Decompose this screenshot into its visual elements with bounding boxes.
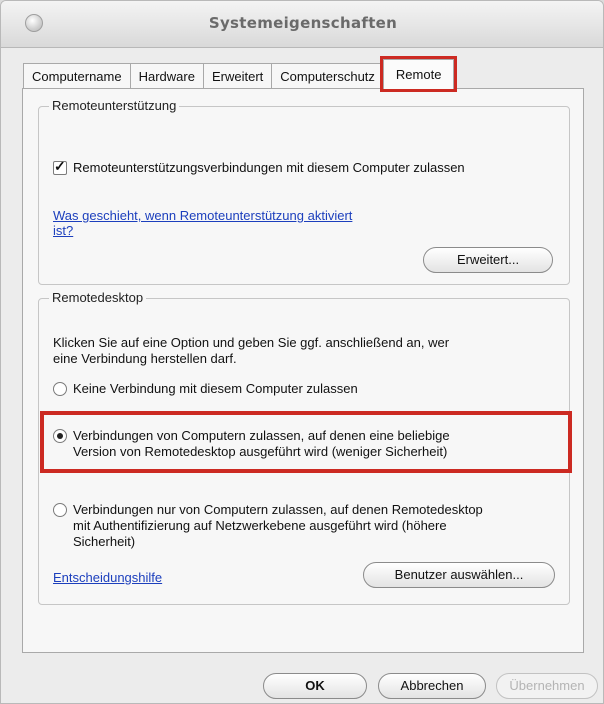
option-no-connection[interactable]: Keine Verbindung mit diesem Computer zul… (53, 381, 358, 397)
tab-computerschutz[interactable]: Computerschutz (271, 63, 384, 89)
instructions-line1: Klicken Sie auf eine Option und geben Si… (53, 335, 450, 350)
allow-remote-assistance-row[interactable]: ✓ Remoteunterstützungsverbindungen mit d… (53, 157, 465, 175)
window-title: Systemeigenschaften (208, 14, 398, 32)
remote-assistance-group: Remoteunterstützung ✓ Remoteunterstützun… (38, 98, 570, 285)
radio-no-connection[interactable] (53, 382, 67, 396)
option-nla-line2: mit Authentifizierung auf Netzwerkebene … (73, 518, 447, 533)
decision-help-link[interactable]: Entscheidungshilfe (53, 570, 162, 585)
ok-button[interactable]: OK (263, 673, 367, 699)
tab-erweitert[interactable]: Erweitert (202, 63, 273, 89)
radio-nla-only[interactable] (53, 503, 67, 517)
option-nla-line1: Verbindungen nur von Computern zulassen,… (73, 502, 483, 517)
remote-desktop-group-label: Remotedesktop (49, 290, 147, 305)
cancel-button[interactable]: Abbrechen (378, 673, 486, 699)
remote-tab-panel: Remoteunterstützung ✓ Remoteunterstützun… (22, 88, 584, 653)
tab-remote[interactable]: Remote (379, 56, 458, 92)
system-properties-window: Systemeigenschaften Computername Hardwar… (0, 0, 604, 704)
option-nla-line3: Sicherheit) (73, 534, 136, 549)
title-bar[interactable]: Systemeigenschaften (1, 1, 603, 48)
remote-assistance-group-label: Remoteunterstützung (49, 98, 180, 113)
option-nla-only-label: Verbindungen nur von Computern zulassen,… (73, 502, 483, 550)
tab-computername[interactable]: Computername (23, 63, 131, 89)
remote-assistance-help-link[interactable]: Was geschieht, wenn Remoteunterstützung … (53, 208, 352, 238)
selected-option-highlight (40, 411, 572, 473)
remote-assistance-help-link-line2: ist? (53, 223, 74, 238)
tab-bar: Computername Hardware Erweitert Computer… (23, 56, 458, 92)
tab-hardware[interactable]: Hardware (129, 63, 204, 89)
remote-assistance-help-link-line1: Was geschieht, wenn Remoteunterstützung … (53, 208, 353, 223)
remote-desktop-instructions: Klicken Sie auf eine Option und geben Si… (53, 335, 563, 367)
allow-remote-assistance-checkbox[interactable]: ✓ (53, 157, 67, 175)
instructions-line2: eine Verbindung herstellen darf. (53, 351, 237, 366)
apply-button[interactable]: Übernehmen (496, 673, 598, 699)
advanced-button[interactable]: Erweitert... (423, 247, 553, 273)
option-no-connection-label: Keine Verbindung mit diesem Computer zul… (73, 381, 358, 396)
checkmark-icon: ✓ (54, 157, 66, 174)
select-users-button[interactable]: Benutzer auswählen... (363, 562, 555, 588)
option-nla-only[interactable]: Verbindungen nur von Computern zulassen,… (53, 502, 483, 550)
allow-remote-assistance-label: Remoteunterstützungsverbindungen mit die… (73, 160, 465, 175)
